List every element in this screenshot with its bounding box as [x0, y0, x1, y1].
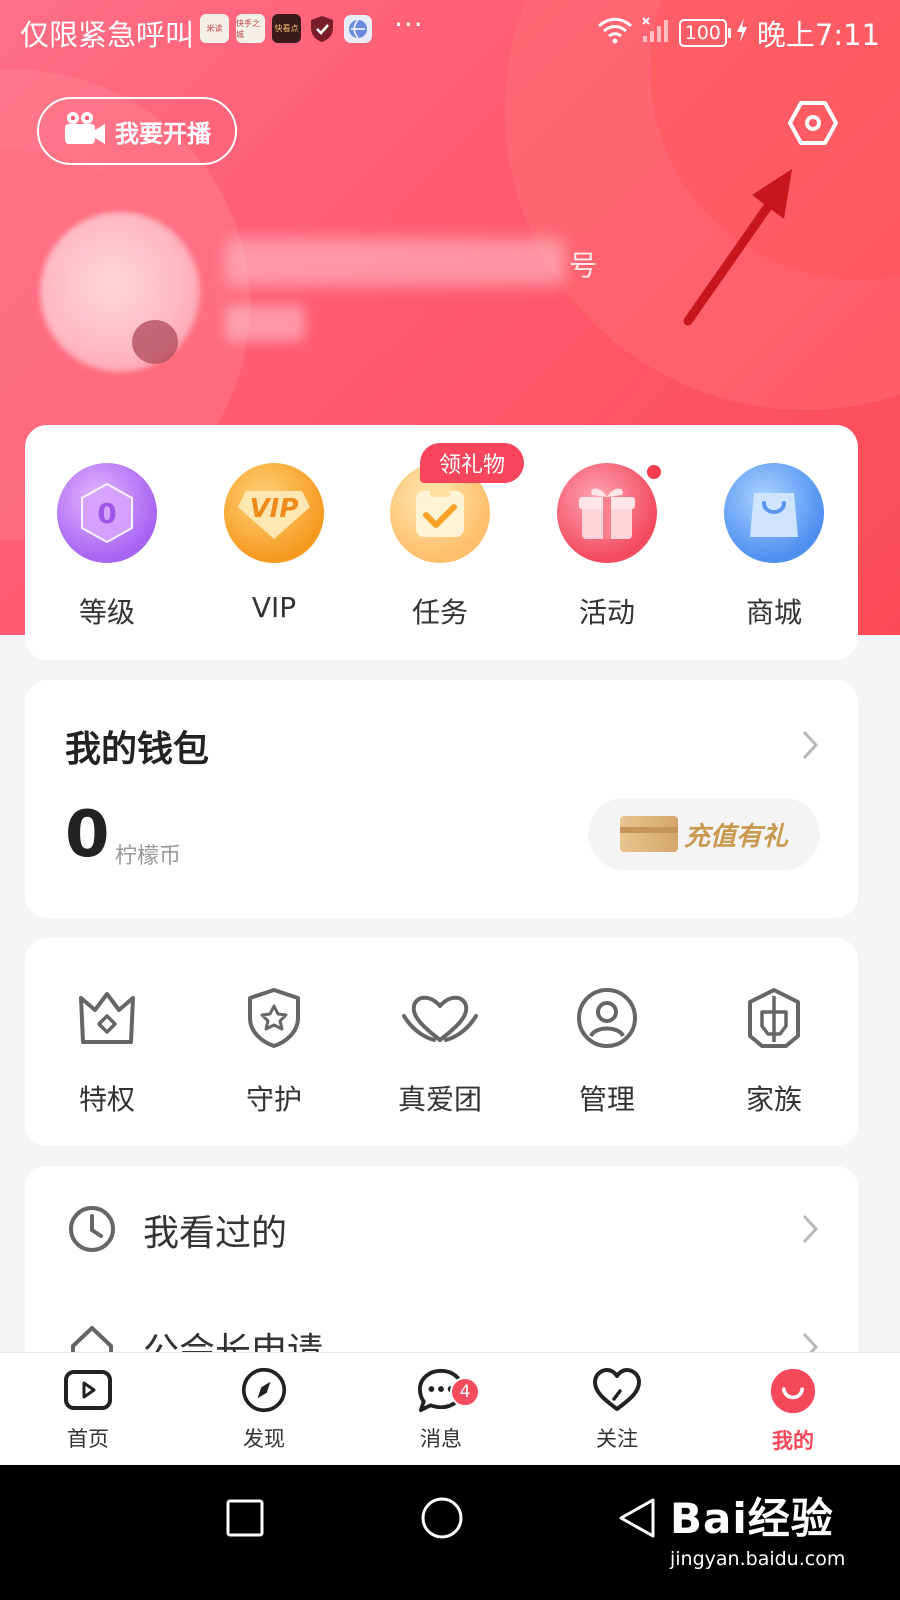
heart-hands-icon: [400, 986, 480, 1054]
chevron-right-icon: [800, 1212, 820, 1250]
tab-label: 我的: [772, 1429, 814, 1453]
shield-star-icon: [242, 986, 306, 1054]
settings-hex-icon: [788, 100, 838, 150]
recharge-label: 充值有礼: [683, 821, 788, 852]
system-navigation-bar: Bai经验 jingyan.baidu.com: [0, 1465, 900, 1600]
status-app-icons: 米读 快手之城 快看点: [200, 14, 373, 48]
compass-icon: [239, 1367, 289, 1417]
level-value: 0: [97, 496, 117, 530]
user-profile[interactable]: 号: [40, 200, 640, 380]
settings-button[interactable]: [788, 100, 838, 150]
wifi-icon: [597, 16, 633, 51]
gift-tag[interactable]: 领礼物: [420, 443, 524, 483]
tab-label: 首页: [67, 1427, 109, 1451]
vip-emblem-text: VIP: [249, 494, 299, 524]
app-icon: 米读: [200, 14, 229, 43]
crown-icon: [75, 986, 139, 1054]
quick-item-level[interactable]: 0 等级: [52, 463, 162, 631]
tab-discover[interactable]: 发现: [209, 1367, 319, 1453]
watermark-url: jingyan.baidu.com: [670, 1548, 846, 1570]
quick-entries-card: 领礼物 0 等级 VIP VIP 任务 活动 商城: [25, 425, 858, 660]
avatar-badge: [132, 320, 178, 364]
feature-guard[interactable]: 守护: [219, 986, 329, 1118]
app-icon: 快看点: [272, 14, 301, 43]
home-circle-icon[interactable]: [420, 1496, 464, 1544]
watermark-brand: Bai经验: [670, 1494, 834, 1543]
watermark: Bai经验 jingyan.baidu.com: [670, 1485, 845, 1570]
video-camera-icon: [63, 110, 107, 152]
quick-item-vip[interactable]: VIP VIP: [219, 463, 329, 624]
recharge-button[interactable]: 充值有礼: [588, 798, 820, 870]
quick-item-label: 等级: [78, 596, 135, 629]
user-circle-icon: [575, 986, 639, 1054]
notification-dot: [645, 463, 663, 481]
feature-manage[interactable]: 管理: [552, 986, 662, 1118]
status-bar: 仅限紧急呼叫 米读 快手之城 快看点 ··· 100 晚上7:11: [0, 0, 900, 60]
quick-item-label: 活动: [578, 596, 635, 629]
features-card: 特权 守护 真爱团 管理 家族: [25, 938, 858, 1146]
feature-label: 家族: [745, 1083, 802, 1116]
card-icon: [619, 816, 678, 852]
helmet-icon: [742, 986, 806, 1054]
start-live-button[interactable]: 我要开播: [37, 97, 237, 165]
more-indicator: ···: [394, 8, 424, 41]
feature-label: 真爱团: [397, 1083, 482, 1116]
feature-fan-club[interactable]: 真爱团: [385, 986, 495, 1118]
quick-item-mall[interactable]: 商城: [719, 463, 829, 631]
battery-indicator: 100: [678, 19, 732, 47]
recent-apps-square-icon[interactable]: [225, 1498, 265, 1542]
list-item-label: 我看过的: [143, 1213, 288, 1254]
feature-family[interactable]: 家族: [719, 986, 829, 1118]
browser-icon: [343, 14, 373, 48]
quick-item-label: 商城: [745, 596, 802, 629]
feature-label: 特权: [78, 1083, 135, 1116]
status-text: 仅限紧急呼叫: [20, 18, 195, 52]
gift-box-icon: [557, 463, 657, 563]
account-suffix: 号: [569, 249, 598, 282]
tab-label: 发现: [243, 1427, 285, 1451]
tab-label: 关注: [596, 1427, 638, 1451]
currency-unit: 柠檬币: [115, 844, 182, 869]
feature-label: 守护: [245, 1083, 302, 1116]
annotation-arrow: [680, 165, 800, 334]
username-redacted: [225, 238, 565, 286]
start-live-label: 我要开播: [115, 119, 211, 148]
quick-item-label: 任务: [411, 596, 468, 629]
heart-icon: [592, 1367, 642, 1417]
shopping-bag-icon: [724, 463, 824, 563]
bottom-tab-bar: 首页 发现 4 消息 关注 我的: [0, 1352, 900, 1465]
wallet-title: 我的钱包: [65, 729, 210, 770]
back-triangle-icon[interactable]: [615, 1496, 659, 1544]
list-item-watch-history[interactable]: 我看过的: [25, 1166, 858, 1286]
wallet-balance: 0: [65, 798, 110, 872]
shield-icon: [308, 14, 336, 48]
signal-icon: [641, 16, 671, 51]
feature-label: 管理: [578, 1083, 635, 1116]
chevron-right-icon[interactable]: [800, 728, 820, 766]
charging-icon: [735, 16, 749, 50]
feature-privilege[interactable]: 特权: [52, 986, 162, 1118]
quick-item-label: VIP: [251, 591, 297, 624]
clock-time: 晚上7:11: [756, 18, 880, 52]
tab-home[interactable]: 首页: [33, 1367, 143, 1453]
level-icon: 0: [57, 463, 157, 563]
tab-label: 消息: [420, 1427, 462, 1451]
quick-item-task[interactable]: 任务: [385, 463, 495, 631]
quick-item-activity[interactable]: 活动: [552, 463, 662, 631]
status-right: 100 晚上7:11: [597, 12, 880, 54]
tab-following[interactable]: 关注: [562, 1367, 672, 1453]
vip-icon: VIP: [224, 463, 324, 563]
play-tv-icon: [63, 1367, 113, 1417]
tab-messages[interactable]: 4 消息: [386, 1367, 496, 1453]
wallet-card[interactable]: 我的钱包 0 柠檬币 充值有礼: [25, 680, 858, 918]
app-icon: 快手之城: [236, 14, 265, 43]
user-id-redacted: [225, 305, 305, 341]
tab-me[interactable]: 我的: [738, 1367, 848, 1455]
smile-face-icon: [767, 1367, 819, 1419]
clock-icon: [67, 1204, 117, 1258]
unread-badge: 4: [450, 1377, 480, 1407]
